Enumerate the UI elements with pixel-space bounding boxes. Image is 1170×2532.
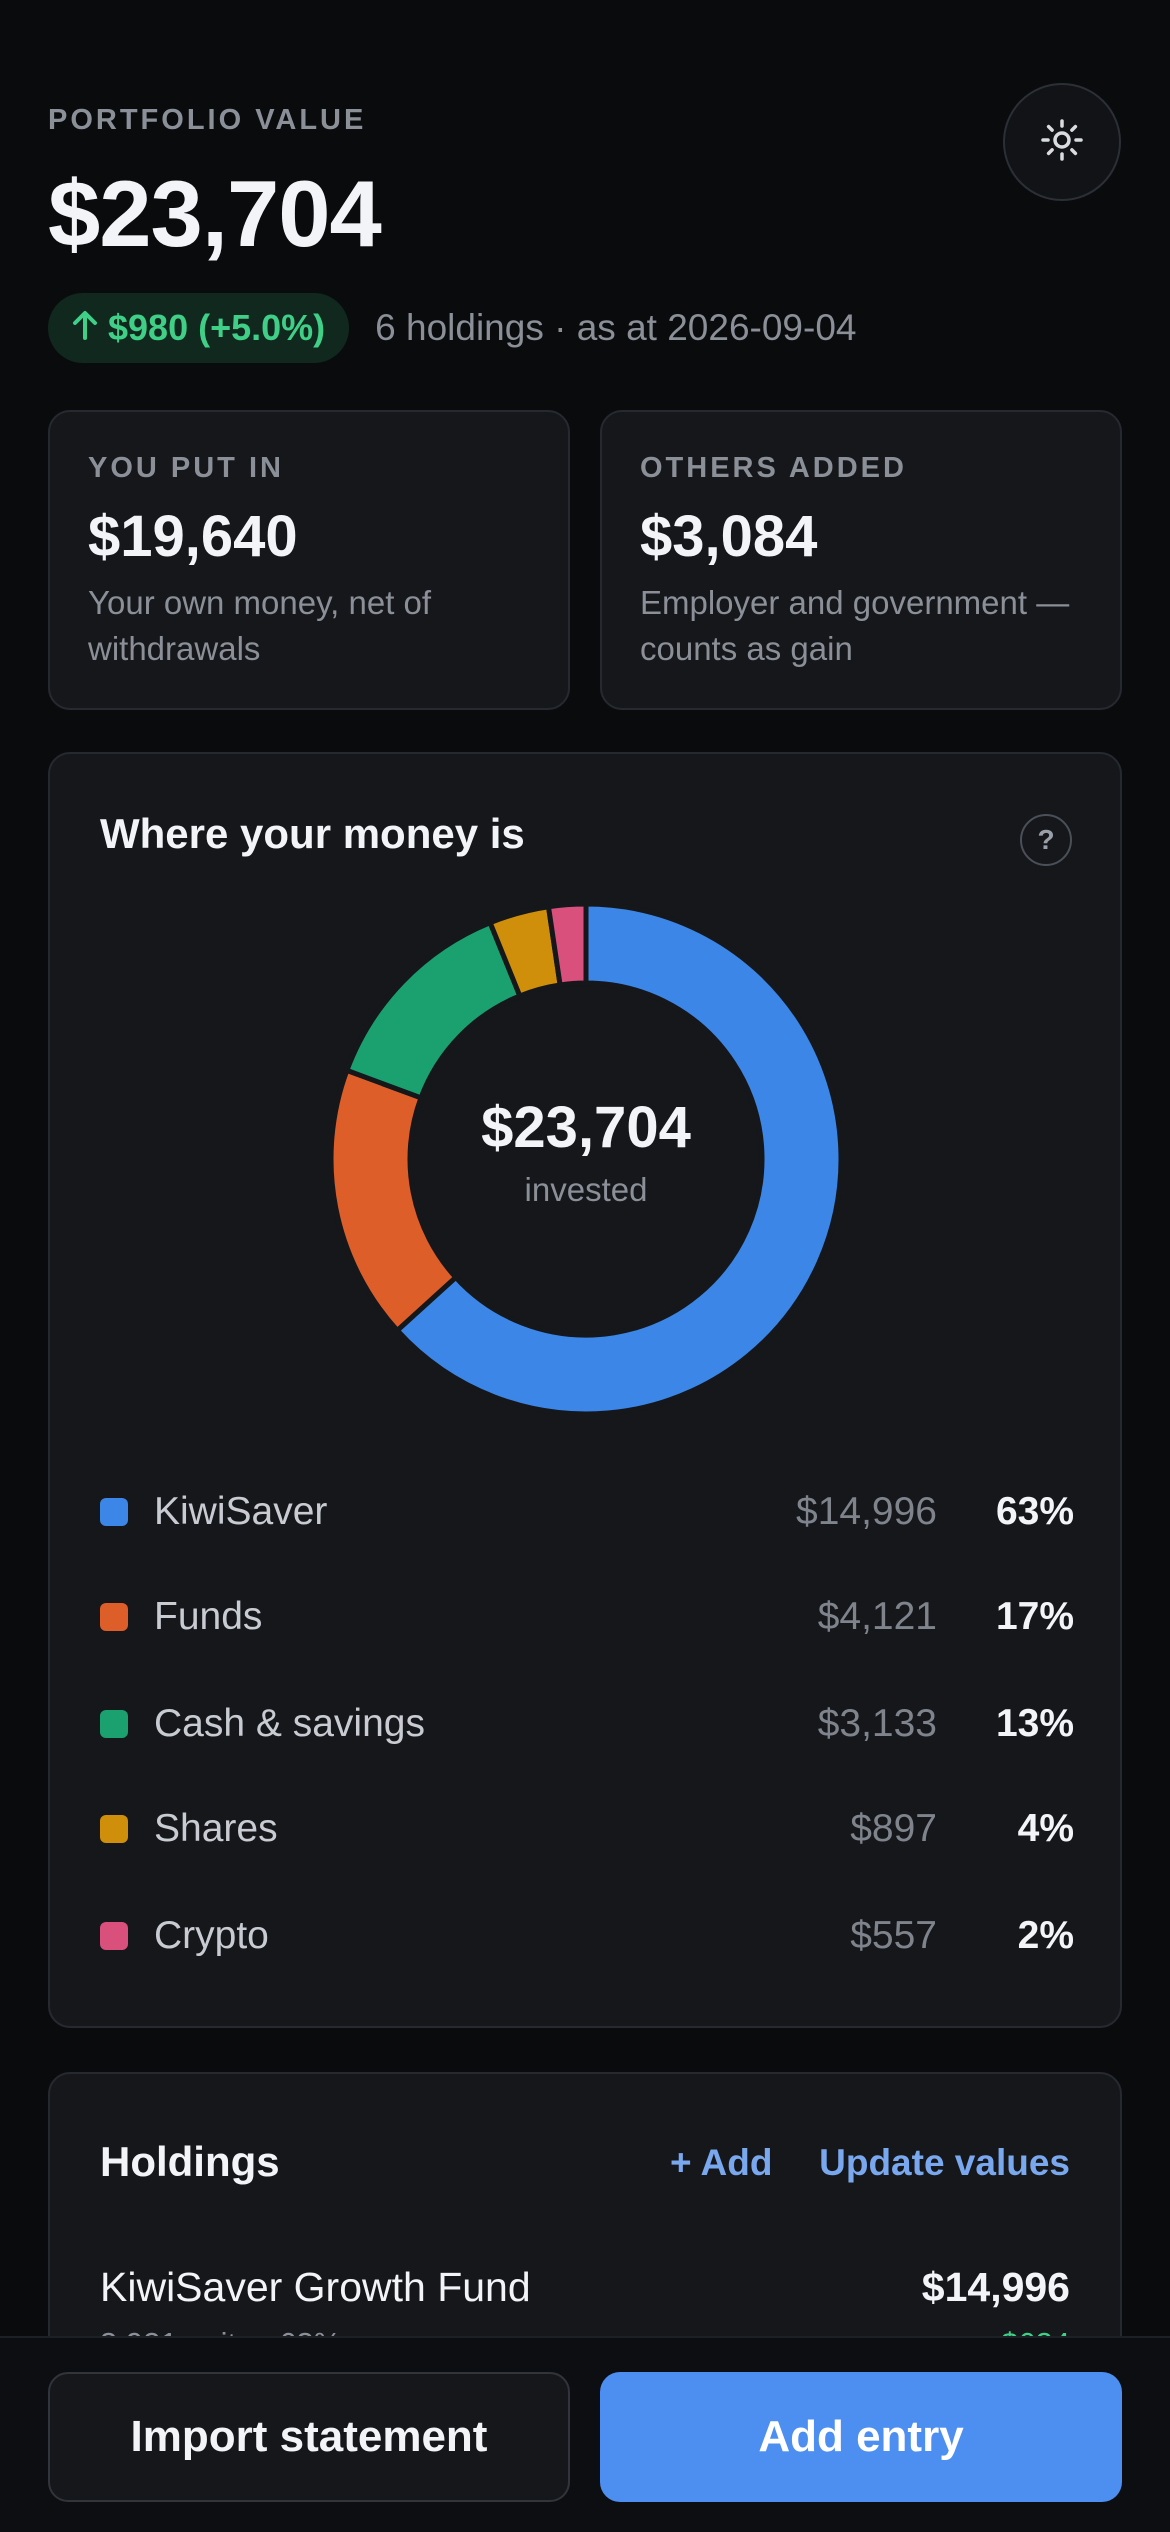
legend-row-kiwisaver: KiwiSaver $14,996 63% [100, 1482, 1074, 1542]
legend-amount: $3,133 [817, 1702, 937, 1745]
legend-label: Shares [154, 1807, 278, 1850]
import-statement-button[interactable]: Import statement [48, 2372, 570, 2502]
legend-swatch [100, 1603, 128, 1631]
legend-swatch [100, 1815, 128, 1843]
legend-percent: 4% [1017, 1807, 1074, 1850]
holdings-title: Holdings [100, 2138, 280, 2185]
add-entry-button[interactable]: Add entry [600, 2372, 1122, 2502]
donut-total: $23,704 [481, 1095, 691, 1160]
donut-slice-cash-savings [343, 919, 524, 1102]
stat-note: Your own money, net of withdrawals [88, 584, 432, 667]
legend-swatch [100, 1710, 128, 1738]
holding-value: $14,996 [921, 2264, 1070, 2310]
stat-label: OTHERS ADDED [640, 452, 907, 484]
legend-amount: $4,121 [817, 1595, 937, 1638]
legend-amount: $14,996 [796, 1490, 937, 1533]
legend-row-shares: Shares $897 4% [100, 1799, 1074, 1859]
stat-note: Employer and government — counts as gain [640, 584, 1070, 667]
legend-percent: 17% [995, 1595, 1074, 1638]
stat-value: $3,084 [640, 504, 818, 569]
legend-row-crypto: Crypto $557 2% [100, 1906, 1074, 1966]
legend-swatch [100, 1498, 128, 1526]
portfolio-eyebrow: PORTFOLIO VALUE [48, 104, 367, 136]
legend-label: KiwiSaver [154, 1490, 328, 1533]
legend-label: Crypto [154, 1914, 269, 1957]
arrow-up-icon [72, 307, 98, 349]
legend-label: Cash & savings [154, 1702, 425, 1745]
donut-label: invested [524, 1171, 648, 1208]
allocation-title: Where your money is [100, 810, 525, 857]
theme-toggle-button[interactable] [1003, 83, 1121, 201]
legend-amount: $557 [850, 1914, 937, 1957]
you-put-in-card: YOU PUT IN $19,640 Your own money, net o… [48, 410, 570, 710]
legend-row-cash: Cash & savings $3,133 13% [100, 1694, 1074, 1754]
stat-value: $19,640 [88, 504, 298, 569]
portfolio-screen: PORTFOLIO VALUE $23,704 $980 (+5.0%) 6 h… [0, 0, 1170, 2532]
legend-percent: 2% [1017, 1914, 1074, 1957]
holding-name[interactable]: KiwiSaver Growth Fund [100, 2264, 531, 2311]
bottom-action-bar: Import statement Add entry [0, 2336, 1170, 2532]
legend-row-funds: Funds $4,121 17% [100, 1587, 1074, 1647]
change-badge: $980 (+5.0%) [48, 293, 350, 363]
portfolio-summary-row: $980 (+5.0%) 6 holdings · as at 2026-09-… [48, 293, 856, 363]
legend-label: Funds [154, 1595, 263, 1638]
change-value: $980 (+5.0%) [108, 307, 326, 348]
sun-icon [1040, 118, 1084, 167]
stat-label: YOU PUT IN [88, 452, 284, 484]
help-icon[interactable]: ? [1020, 814, 1072, 866]
legend-percent: 63% [995, 1490, 1074, 1533]
donut-center: $23,704 invested [331, 1094, 841, 1209]
update-values-link[interactable]: Update values [819, 2142, 1070, 2184]
portfolio-total: $23,704 [48, 161, 382, 266]
others-added-card: OTHERS ADDED $3,084 Employer and governm… [600, 410, 1122, 710]
legend-percent: 13% [995, 1702, 1074, 1745]
legend-amount: $897 [850, 1807, 937, 1850]
legend-swatch [100, 1922, 128, 1950]
holdings-meta: 6 holdings · as at 2026-09-04 [375, 307, 857, 348]
allocation-card: Where your money is ? $23,704 invested K… [48, 752, 1122, 2028]
add-holding-link[interactable]: + Add [670, 2142, 772, 2184]
